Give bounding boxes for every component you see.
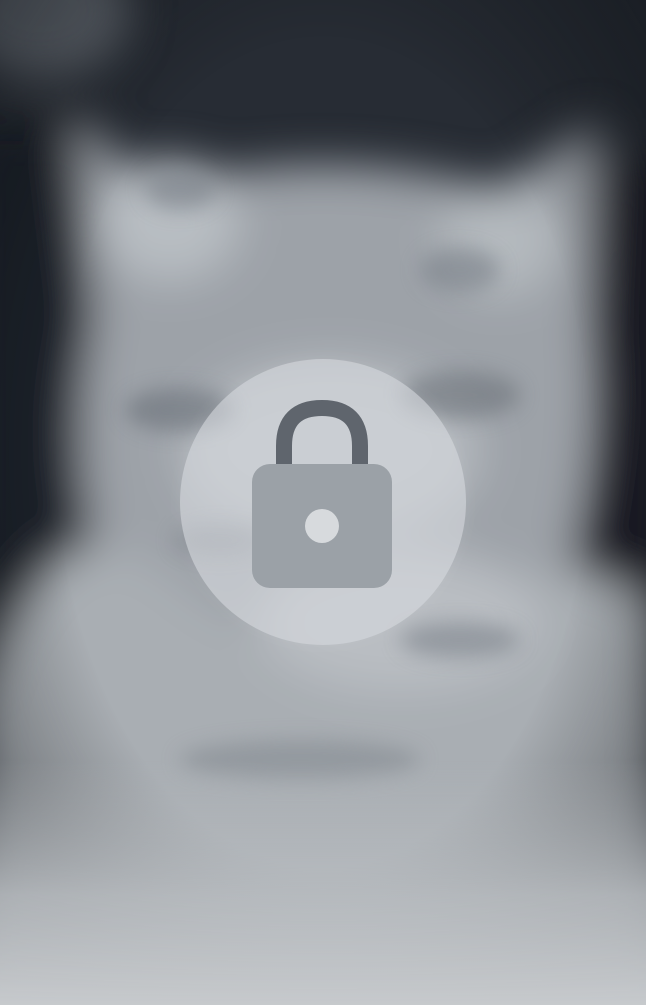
- locked-photo-screen: [0, 0, 646, 1005]
- lock-icon: [252, 400, 392, 588]
